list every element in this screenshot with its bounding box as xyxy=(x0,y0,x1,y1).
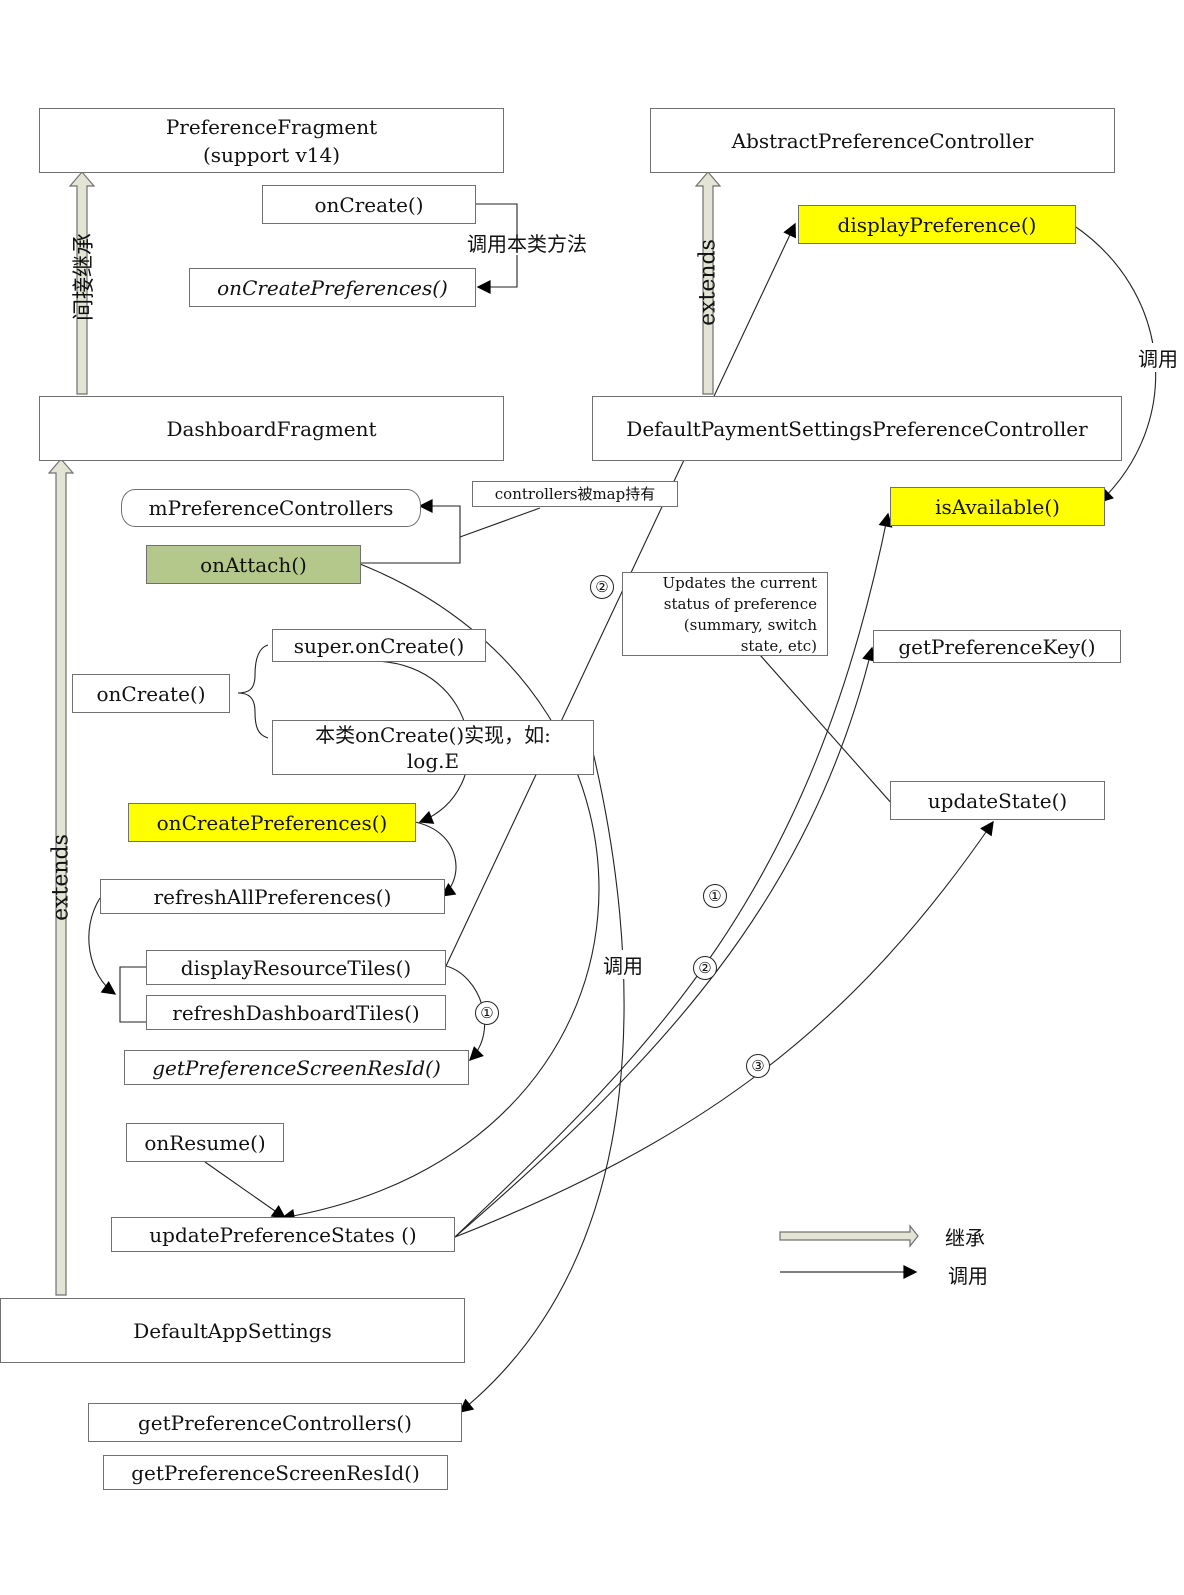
class-default-app-settings-name: DefaultAppSettings xyxy=(133,1318,332,1343)
map-note: controllers被map持有 xyxy=(472,481,678,507)
app-get-preference-screen-res-id[interactable]: getPreferenceScreenResId() xyxy=(103,1455,448,1490)
class-default-app-settings: DefaultAppSettings xyxy=(0,1298,465,1363)
app-get-preference-controllers-label: getPreferenceControllers() xyxy=(137,1410,412,1435)
ctrl-call-label: 调用 xyxy=(1138,343,1178,372)
ctrl-update-state-label: updateState() xyxy=(927,788,1068,813)
note-leader xyxy=(759,654,894,806)
pf-oncreate[interactable]: onCreate() xyxy=(262,185,476,224)
oncreate-brace xyxy=(237,644,269,739)
ctrl-is-available-label: isAvailable() xyxy=(935,494,1060,519)
legend-call-label: 调用 xyxy=(948,1264,988,1288)
step-marker-2-top: ② xyxy=(590,575,614,599)
indirect-inherit-label: 间接继承 xyxy=(72,232,97,321)
step-marker-1-tiles: ① xyxy=(475,1001,499,1025)
step-marker-1-available: ① xyxy=(703,884,727,908)
onresume-to-update xyxy=(204,1161,287,1219)
db-on-resume[interactable]: onResume() xyxy=(126,1123,284,1162)
class-preference-fragment: PreferenceFragment (support v14) xyxy=(39,108,504,173)
call-to-get-controllers xyxy=(458,747,625,1413)
db-refresh-all-preferences[interactable]: refreshAllPreferences() xyxy=(100,879,445,914)
ctrl-display-preference[interactable]: displayPreference() xyxy=(798,205,1076,244)
db-on-attach[interactable]: onAttach() xyxy=(146,545,361,584)
db-super-on-create-label: super.onCreate() xyxy=(293,633,465,658)
call-self-label: 调用本类方法 xyxy=(465,232,589,256)
class-default-payment-controller: DefaultPaymentSettingsPreferenceControll… xyxy=(592,396,1122,461)
db-get-preference-screen-res-id[interactable]: getPreferenceScreenResId() xyxy=(124,1050,469,1085)
pf-oncreate-preferences[interactable]: onCreatePreferences() xyxy=(189,268,476,307)
ctrl-display-preference-label: displayPreference() xyxy=(837,212,1037,237)
db-update-preference-states[interactable]: updatePreferenceStates () xyxy=(111,1217,455,1252)
app-get-preference-screen-res-id-label: getPreferenceScreenResId() xyxy=(131,1460,420,1485)
db-self-on-create-line2: log.E xyxy=(406,748,460,773)
class-preference-fragment-name: PreferenceFragment xyxy=(165,114,378,139)
ctrl-is-available[interactable]: isAvailable() xyxy=(890,487,1105,526)
ctrl-update-state[interactable]: updateState() xyxy=(890,781,1105,820)
db-on-attach-label: onAttach() xyxy=(200,552,307,577)
db-display-resource-tiles-label: displayResourceTiles() xyxy=(180,955,412,980)
db-on-create-label: onCreate() xyxy=(96,681,206,706)
update-state-note: Updates the current status of preference… xyxy=(622,572,828,656)
map-note-label: controllers被map持有 xyxy=(494,484,656,503)
extends-left-label: extends xyxy=(48,834,74,921)
map-note-leader xyxy=(459,507,541,538)
ctrl-get-preference-key-label: getPreferenceKey() xyxy=(898,634,1096,659)
db-super-on-create[interactable]: super.onCreate() xyxy=(272,629,486,662)
legend-inherit-arrow xyxy=(779,1224,919,1248)
app-get-preference-controllers[interactable]: getPreferenceControllers() xyxy=(88,1403,462,1442)
class-dashboard-fragment-name: DashboardFragment xyxy=(166,416,377,441)
m-preference-controllers[interactable]: mPreferenceControllers xyxy=(121,489,421,527)
update-to-updatestate xyxy=(454,820,994,1238)
ctrl-get-preference-key[interactable]: getPreferenceKey() xyxy=(873,630,1121,663)
db-update-preference-states-label: updatePreferenceStates () xyxy=(149,1222,417,1247)
class-abstract-controller: AbstractPreferenceController xyxy=(650,108,1115,173)
db-on-create[interactable]: onCreate() xyxy=(72,674,230,713)
step-marker-3-state: ③ xyxy=(746,1054,770,1078)
class-preference-fragment-sub: (support v14) xyxy=(202,142,341,167)
middle-call-label: 调用 xyxy=(603,950,643,979)
db-get-preference-screen-res-id-label: getPreferenceScreenResId() xyxy=(152,1055,441,1080)
pf-oncreate-label: onCreate() xyxy=(314,192,424,217)
tiles-group-bracket xyxy=(119,966,146,1023)
extends-right-label: extends xyxy=(695,239,721,326)
db-on-create-preferences-label: onCreatePreferences() xyxy=(156,810,388,835)
db-on-create-preferences[interactable]: onCreatePreferences() xyxy=(128,803,416,842)
db-on-resume-label: onResume() xyxy=(144,1130,266,1155)
pf-oncreate-preferences-label: onCreatePreferences() xyxy=(217,275,448,300)
db-refresh-dashboard-tiles[interactable]: refreshDashboardTiles() xyxy=(146,995,446,1030)
db-display-resource-tiles[interactable]: displayResourceTiles() xyxy=(146,950,446,985)
db-refresh-dashboard-tiles-label: refreshDashboardTiles() xyxy=(172,1000,420,1025)
db-self-on-create: 本类onCreate()实现，如: log.E xyxy=(272,720,594,775)
class-abstract-controller-name: AbstractPreferenceController xyxy=(731,128,1034,153)
legend-inherit-label: 继承 xyxy=(945,1226,985,1250)
step-marker-2-key: ② xyxy=(693,956,717,980)
class-dashboard-fragment: DashboardFragment xyxy=(39,396,504,461)
class-default-payment-controller-name: DefaultPaymentSettingsPreferenceControll… xyxy=(626,416,1088,441)
db-refresh-all-preferences-label: refreshAllPreferences() xyxy=(153,884,392,909)
m-preference-controllers-label: mPreferenceControllers xyxy=(148,496,394,520)
db-self-on-create-line1: 本类onCreate()实现，如: xyxy=(315,722,551,747)
